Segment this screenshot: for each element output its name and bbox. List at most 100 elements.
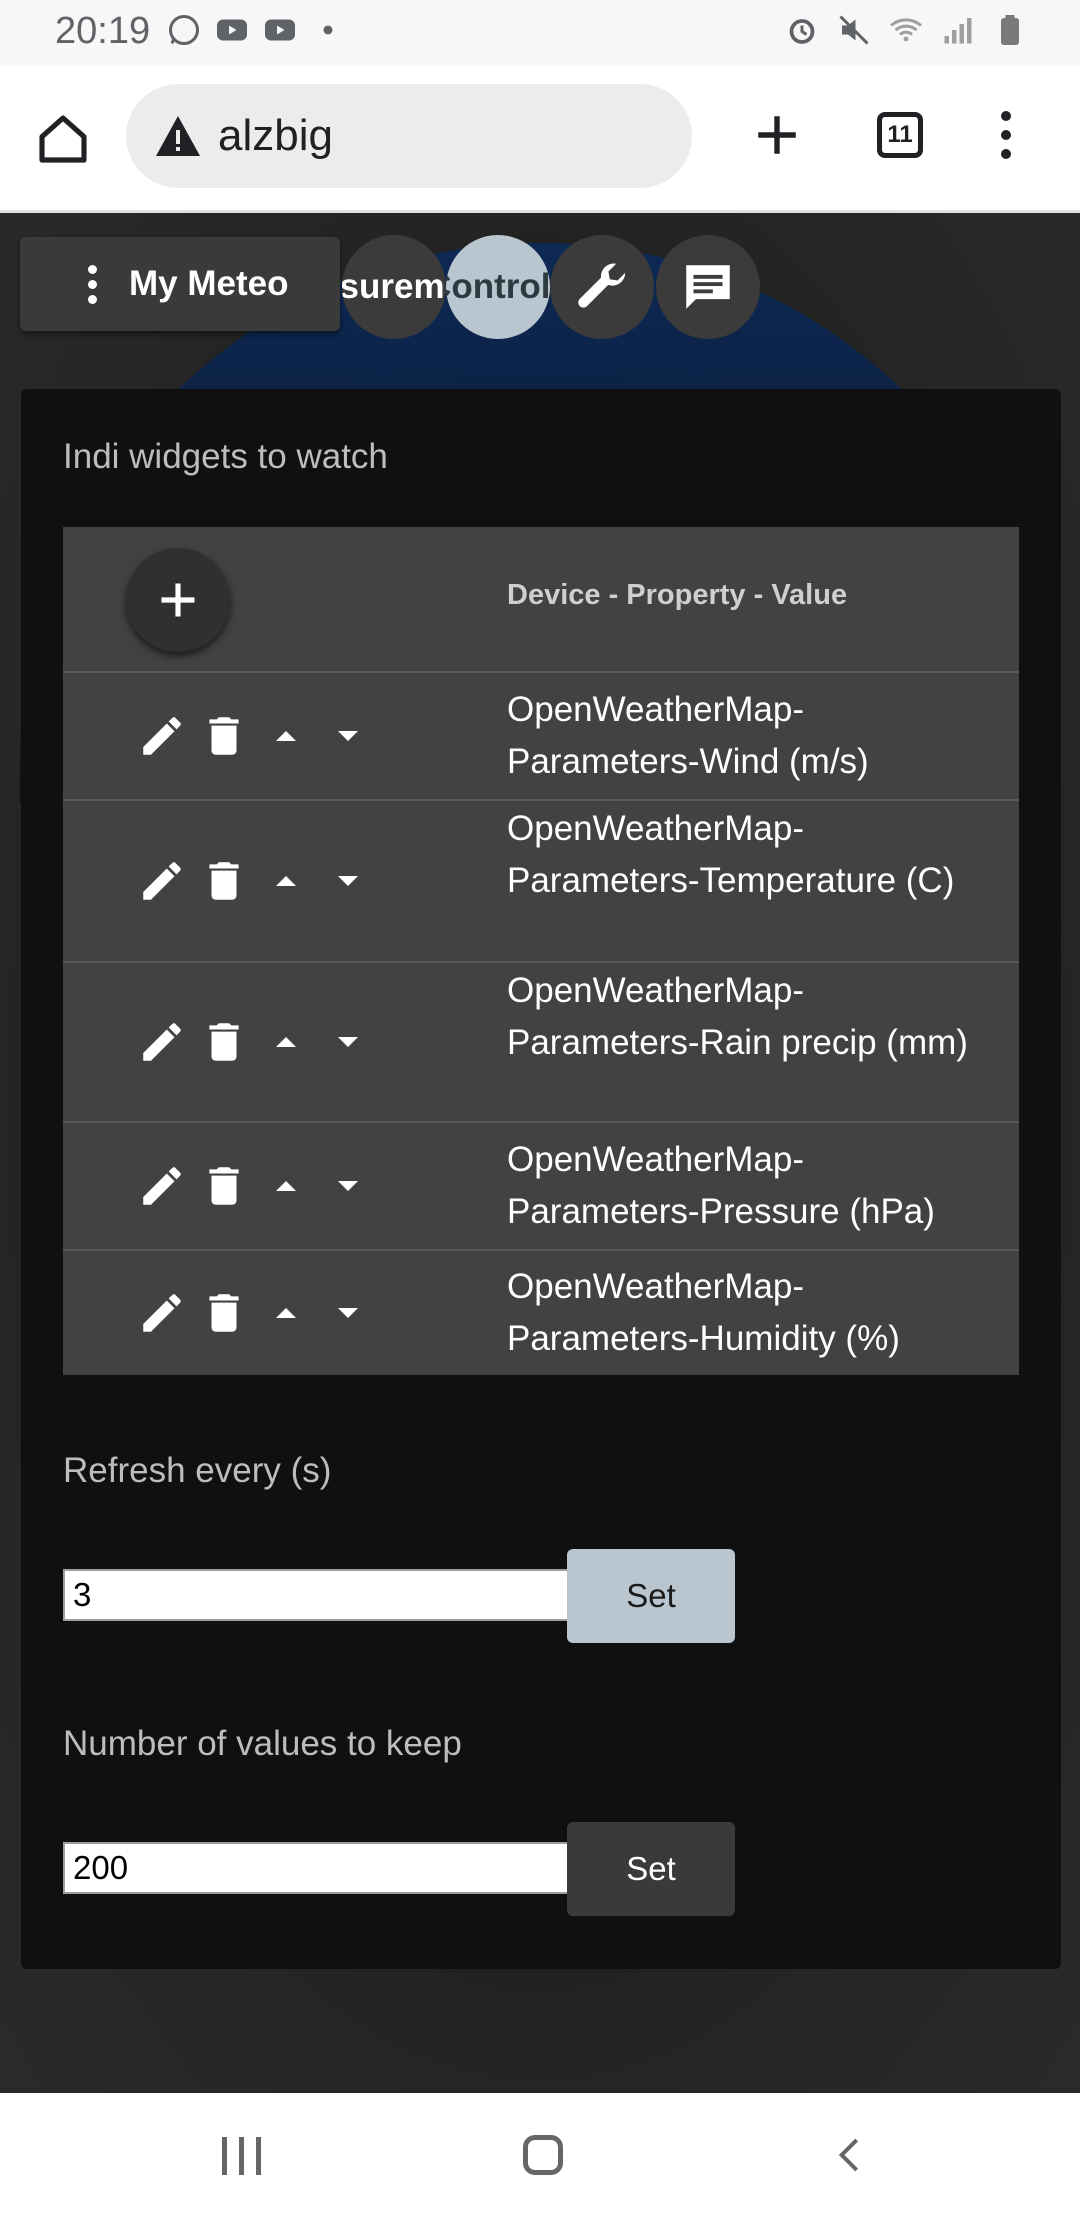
edit-button[interactable]	[131, 705, 193, 767]
plus-icon	[161, 583, 195, 617]
move-up-button[interactable]	[255, 850, 317, 912]
battery-icon	[1001, 15, 1019, 45]
move-up-button[interactable]	[255, 1155, 317, 1217]
status-time: 20:19	[55, 10, 151, 52]
warning-icon[interactable]	[154, 114, 202, 158]
back-icon[interactable]	[830, 2135, 870, 2175]
table-row: OpenWeatherMap-Parameters-Temperature (C…	[63, 801, 1019, 963]
dot-icon	[323, 25, 333, 35]
browser-menu-button[interactable]	[988, 102, 1024, 168]
delete-button[interactable]	[193, 705, 255, 767]
trash-icon	[209, 862, 239, 900]
keep-set-button[interactable]: Set	[567, 1822, 735, 1916]
whatsapp-icon	[169, 15, 199, 45]
mute-icon	[839, 15, 869, 45]
recent-apps-button[interactable]	[222, 2137, 261, 2175]
table-row: OpenWeatherMap-Parameters-Wind (m/s)	[63, 673, 1019, 801]
new-tab-button[interactable]	[744, 102, 810, 168]
pencil-icon	[143, 1167, 181, 1205]
address-bar[interactable]: alzbig	[126, 84, 692, 188]
arrow-up-icon	[276, 1181, 296, 1191]
wrench-icon	[578, 263, 626, 308]
move-down-button[interactable]	[317, 850, 379, 912]
arrow-down-icon	[338, 1308, 358, 1318]
arrow-up-icon	[276, 876, 296, 886]
move-down-button[interactable]	[317, 1282, 379, 1344]
arrow-down-icon	[338, 731, 358, 741]
keep-label: Number of values to keep	[63, 1724, 462, 1763]
pencil-icon	[143, 717, 181, 755]
row-text: OpenWeatherMap-Parameters-Pressure (hPa)	[507, 1140, 935, 1231]
youtube-icon	[217, 19, 247, 41]
tab-measurements-label: Measurements	[342, 267, 446, 306]
settings-button[interactable]	[550, 235, 654, 339]
column-header: Device - Property - Value	[507, 579, 848, 611]
pencil-icon	[143, 862, 181, 900]
menu-dot	[1001, 111, 1011, 121]
arrow-down-icon	[338, 1037, 358, 1047]
panel-title: Indi widgets to watch	[63, 437, 388, 476]
url-text[interactable]: alzbig	[218, 111, 333, 161]
app-menu-button[interactable]: My Meteo	[20, 237, 340, 331]
arrow-up-icon	[276, 1037, 296, 1047]
trash-icon	[209, 717, 239, 755]
edit-button[interactable]	[131, 1155, 193, 1217]
move-up-button[interactable]	[255, 705, 317, 767]
add-widget-button[interactable]	[126, 548, 230, 652]
tab-measurements[interactable]: Measurements	[342, 235, 446, 339]
table-row: OpenWeatherMap-Parameters-Humidity (%)	[63, 1251, 1019, 1375]
browser-toolbar: alzbig 11	[0, 66, 1080, 213]
web-content: My Meteo Measurements Controls Indi widg…	[0, 213, 1080, 2093]
refresh-label: Refresh every (s)	[63, 1451, 332, 1490]
edit-button[interactable]	[131, 850, 193, 912]
trash-icon	[209, 1167, 239, 1205]
delete-button[interactable]	[193, 850, 255, 912]
trash-icon	[209, 1294, 239, 1332]
delete-button[interactable]	[193, 1155, 255, 1217]
arrow-up-icon	[276, 1308, 296, 1318]
arrow-down-icon	[338, 876, 358, 886]
menu-dot	[1001, 130, 1011, 140]
row-text: OpenWeatherMap-Parameters-Rain precip (m…	[507, 971, 968, 1062]
keep-input[interactable]	[63, 1842, 569, 1894]
refresh-input[interactable]	[63, 1569, 569, 1621]
controls-panel: Indi widgets to watch Device - Property …	[21, 389, 1061, 1969]
refresh-set-button[interactable]: Set	[567, 1549, 735, 1643]
messages-button[interactable]	[656, 235, 760, 339]
arrow-down-icon	[338, 1181, 358, 1191]
tab-controls-label: Controls	[446, 267, 550, 306]
delete-button[interactable]	[193, 1011, 255, 1073]
system-nav-bar	[0, 2093, 1080, 2220]
tab-controls[interactable]: Controls	[446, 235, 550, 339]
alarm-icon	[789, 19, 815, 44]
wifi-icon	[890, 18, 922, 42]
widgets-table: Device - Property - Value OpenWeatherMap…	[63, 527, 1019, 1375]
row-text: OpenWeatherMap-Parameters-Wind (m/s)	[507, 690, 869, 781]
edit-button[interactable]	[131, 1282, 193, 1344]
move-up-button[interactable]	[255, 1011, 317, 1073]
plus-icon	[758, 116, 796, 154]
move-up-button[interactable]	[255, 1282, 317, 1344]
table-row: OpenWeatherMap-Parameters-Rain precip (m…	[63, 963, 1019, 1123]
youtube-icon	[265, 19, 295, 41]
tab-switcher-button[interactable]: 11	[877, 112, 923, 158]
trash-icon	[209, 1023, 239, 1061]
table-row: OpenWeatherMap-Parameters-Pressure (hPa)	[63, 1123, 1019, 1251]
move-down-button[interactable]	[317, 1011, 379, 1073]
status-bar: 20:19	[0, 0, 1080, 66]
home-nav-button[interactable]	[523, 2135, 563, 2175]
row-text: OpenWeatherMap-Parameters-Humidity (%)	[507, 1267, 900, 1358]
move-down-button[interactable]	[317, 705, 379, 767]
app-title: My Meteo	[129, 264, 289, 303]
menu-dot	[1001, 149, 1011, 159]
arrow-up-icon	[276, 731, 296, 741]
pencil-icon	[143, 1294, 181, 1332]
edit-button[interactable]	[131, 1011, 193, 1073]
table-header: Device - Property - Value	[63, 527, 1019, 673]
delete-button[interactable]	[193, 1282, 255, 1344]
move-down-button[interactable]	[317, 1155, 379, 1217]
message-icon	[686, 265, 730, 309]
home-button[interactable]	[30, 106, 96, 172]
signal-icon	[944, 18, 972, 44]
home-icon	[39, 115, 87, 163]
